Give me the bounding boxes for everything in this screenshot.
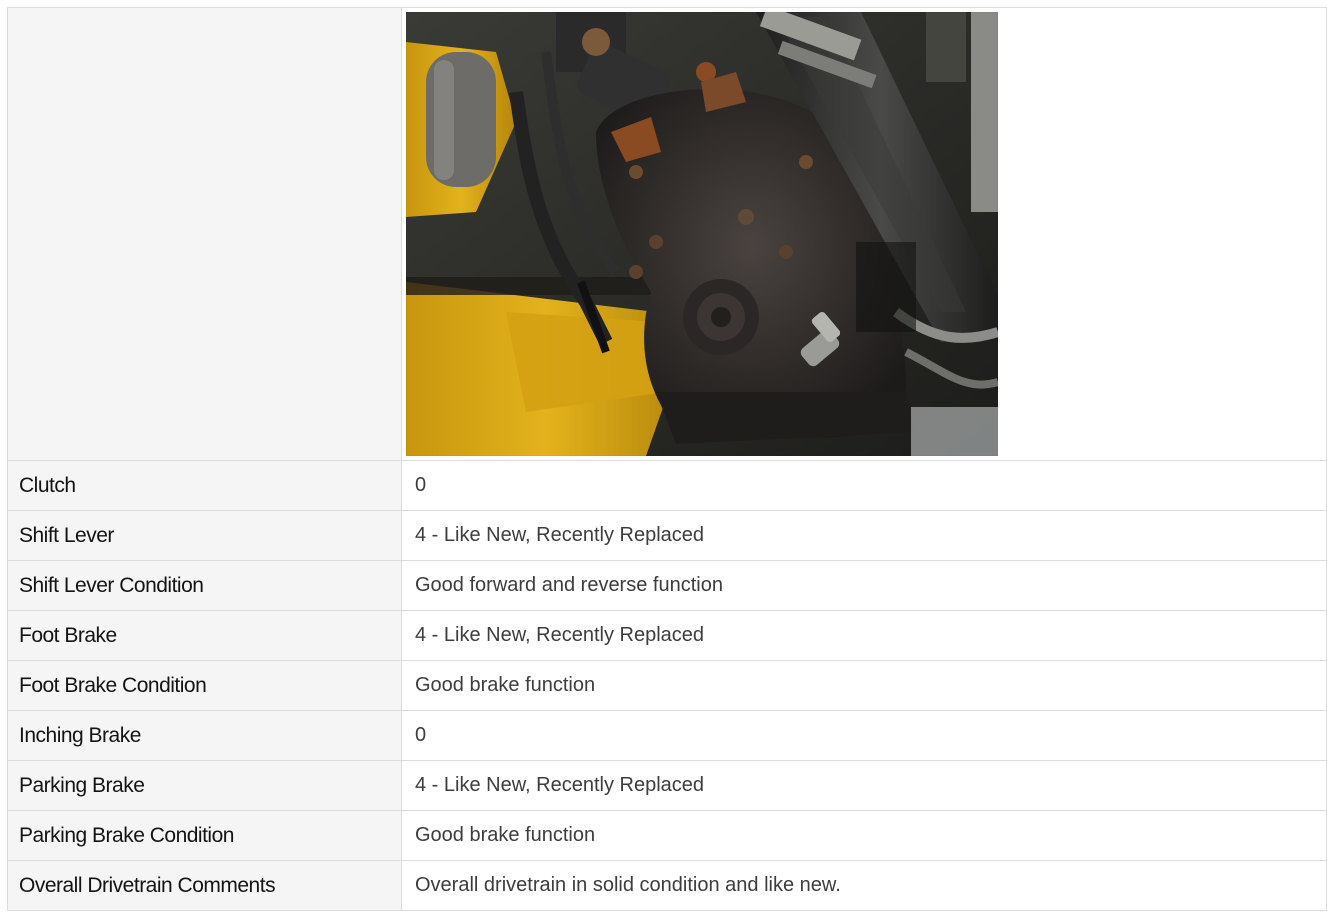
row-value-clutch: 0	[401, 460, 1327, 511]
photo-row	[7, 7, 1327, 461]
photo-label-cell	[7, 7, 402, 461]
row-label-clutch: Clutch	[7, 460, 402, 511]
drivetrain-photo[interactable]	[406, 12, 998, 456]
table-row: Shift Lever Condition Good forward and r…	[7, 560, 1327, 611]
row-label-parking-brake-condition: Parking Brake Condition	[7, 810, 402, 861]
table-row: Clutch 0	[7, 460, 1327, 511]
row-value-inching-brake: 0	[401, 710, 1327, 761]
table-row: Parking Brake 4 - Like New, Recently Rep…	[7, 760, 1327, 811]
row-value-foot-brake: 4 - Like New, Recently Replaced	[401, 610, 1327, 661]
table-row: Foot Brake Condition Good brake function	[7, 660, 1327, 711]
row-label-foot-brake: Foot Brake	[7, 610, 402, 661]
drivetrain-photo-image	[406, 12, 998, 456]
inspection-table: Clutch 0 Shift Lever 4 - Like New, Recen…	[7, 7, 1327, 911]
table-row: Inching Brake 0	[7, 710, 1327, 761]
table-row: Overall Drivetrain Comments Overall driv…	[7, 860, 1327, 911]
row-label-parking-brake: Parking Brake	[7, 760, 402, 811]
row-value-shift-lever: 4 - Like New, Recently Replaced	[401, 510, 1327, 561]
row-value-overall-drivetrain-comments: Overall drivetrain in solid condition an…	[401, 860, 1327, 911]
row-value-foot-brake-condition: Good brake function	[401, 660, 1327, 711]
table-row: Shift Lever 4 - Like New, Recently Repla…	[7, 510, 1327, 561]
photo-cell	[401, 7, 1327, 461]
row-value-parking-brake: 4 - Like New, Recently Replaced	[401, 760, 1327, 811]
row-label-inching-brake: Inching Brake	[7, 710, 402, 761]
row-label-shift-lever: Shift Lever	[7, 510, 402, 561]
row-label-shift-lever-condition: Shift Lever Condition	[7, 560, 402, 611]
table-row: Foot Brake 4 - Like New, Recently Replac…	[7, 610, 1327, 661]
table-row: Parking Brake Condition Good brake funct…	[7, 810, 1327, 861]
row-label-overall-drivetrain-comments: Overall Drivetrain Comments	[7, 860, 402, 911]
row-value-parking-brake-condition: Good brake function	[401, 810, 1327, 861]
row-value-shift-lever-condition: Good forward and reverse function	[401, 560, 1327, 611]
row-label-foot-brake-condition: Foot Brake Condition	[7, 660, 402, 711]
